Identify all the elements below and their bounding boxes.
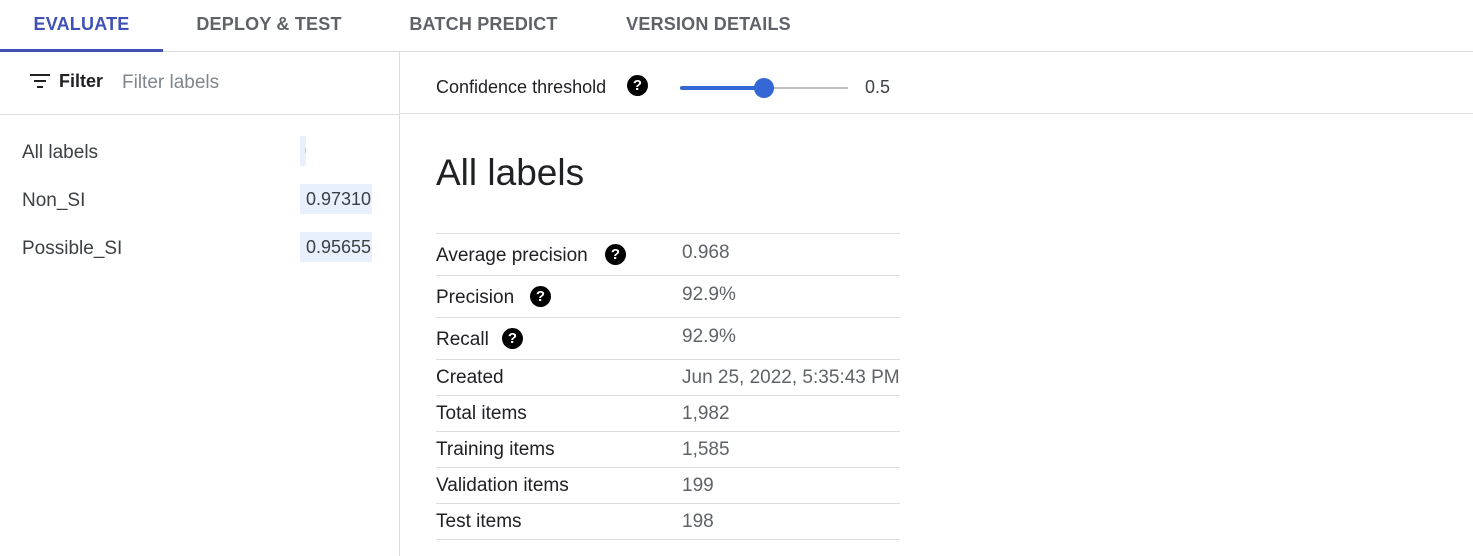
- stat-label: Recall: [436, 329, 489, 350]
- stat-row-total-items: Total items 1,982: [436, 396, 900, 432]
- label-row-non-si[interactable]: Non_SI 0.97310: [0, 176, 399, 224]
- label-value: 0: [300, 136, 306, 166]
- stat-row-created: Created Jun 25, 2022, 5:35:43 PM: [436, 360, 900, 396]
- evaluation-stats-table: Average precision ? 0.968 Precision ? 92…: [436, 233, 900, 540]
- label-value: 0.97310: [300, 184, 372, 214]
- filter-label: Filter: [59, 71, 104, 91]
- tab-batch-predict[interactable]: BATCH PREDICT: [395, 0, 572, 51]
- labels-panel: Filter All labels 0 Non_SI 0.97310 Possi…: [0, 52, 400, 556]
- stat-label: Average precision: [436, 245, 588, 266]
- stat-value: 1,585: [682, 439, 730, 460]
- label-name: Possible_SI: [22, 238, 123, 259]
- label-value-text: 0.97310: [306, 189, 372, 209]
- confidence-threshold-value: 0.5: [865, 77, 891, 97]
- tab-label: EVALUATE: [33, 14, 130, 34]
- stat-value: 92.9%: [682, 284, 736, 305]
- label-value-text: 0: [305, 141, 306, 161]
- tab-version-details[interactable]: VERSION DETAILS: [612, 0, 805, 51]
- stat-value: 92.9%: [682, 326, 736, 347]
- label-name: All labels: [22, 142, 99, 163]
- stat-row-precision: Precision ? 92.9%: [436, 276, 900, 318]
- tab-label: DEPLOY & TEST: [196, 14, 342, 34]
- stat-value: 1,982: [682, 403, 730, 424]
- stat-label: Training items: [436, 439, 555, 460]
- confidence-threshold-bar: Confidence threshold ? 0.5: [400, 52, 1473, 114]
- stat-label: Precision: [436, 287, 515, 308]
- label-value: 0.95655: [300, 232, 372, 262]
- tab-label: BATCH PREDICT: [409, 14, 558, 34]
- slider-thumb[interactable]: [754, 78, 774, 98]
- label-value-text: 0.95655: [306, 237, 372, 257]
- help-circle-icon[interactable]: ?: [530, 286, 551, 307]
- stat-row-training-items: Training items 1,585: [436, 432, 900, 468]
- stat-row-test-items: Test items 198: [436, 504, 900, 540]
- label-row-possible-si[interactable]: Possible_SI 0.95655: [0, 224, 399, 272]
- stat-row-recall: Recall ? 92.9%: [436, 318, 900, 360]
- stat-value: Jun 25, 2022, 5:35:43 PM: [682, 367, 900, 388]
- stat-value: 199: [682, 475, 714, 496]
- help-circle-icon[interactable]: ?: [502, 328, 523, 349]
- stat-value: 0.968: [682, 242, 730, 263]
- confidence-threshold-label: Confidence threshold: [436, 77, 607, 97]
- tab-evaluate[interactable]: EVALUATE: [0, 0, 163, 52]
- stat-row-average-precision: Average precision ? 0.968: [436, 234, 900, 276]
- slider-fill: [680, 86, 764, 90]
- confidence-threshold-slider[interactable]: [680, 78, 848, 98]
- stat-label: Created: [436, 367, 504, 388]
- filter-list-icon[interactable]: [30, 74, 50, 90]
- stat-row-validation-items: Validation items 199: [436, 468, 900, 504]
- tab-label: VERSION DETAILS: [626, 14, 791, 34]
- filter-bar: Filter: [0, 52, 399, 115]
- page-title: All labels: [436, 152, 585, 193]
- help-circle-icon[interactable]: ?: [627, 75, 648, 96]
- filter-labels-input[interactable]: [122, 66, 362, 100]
- tab-bar: EVALUATE DEPLOY & TEST BATCH PREDICT VER…: [0, 0, 1473, 52]
- label-row-all-labels[interactable]: All labels 0: [0, 128, 399, 176]
- help-circle-icon[interactable]: ?: [605, 244, 626, 265]
- stat-label: Validation items: [436, 475, 569, 496]
- stat-label: Test items: [436, 511, 522, 532]
- stat-value: 198: [682, 511, 714, 532]
- label-name: Non_SI: [22, 190, 86, 211]
- stat-label: Total items: [436, 403, 527, 424]
- tab-deploy-test[interactable]: DEPLOY & TEST: [181, 0, 357, 51]
